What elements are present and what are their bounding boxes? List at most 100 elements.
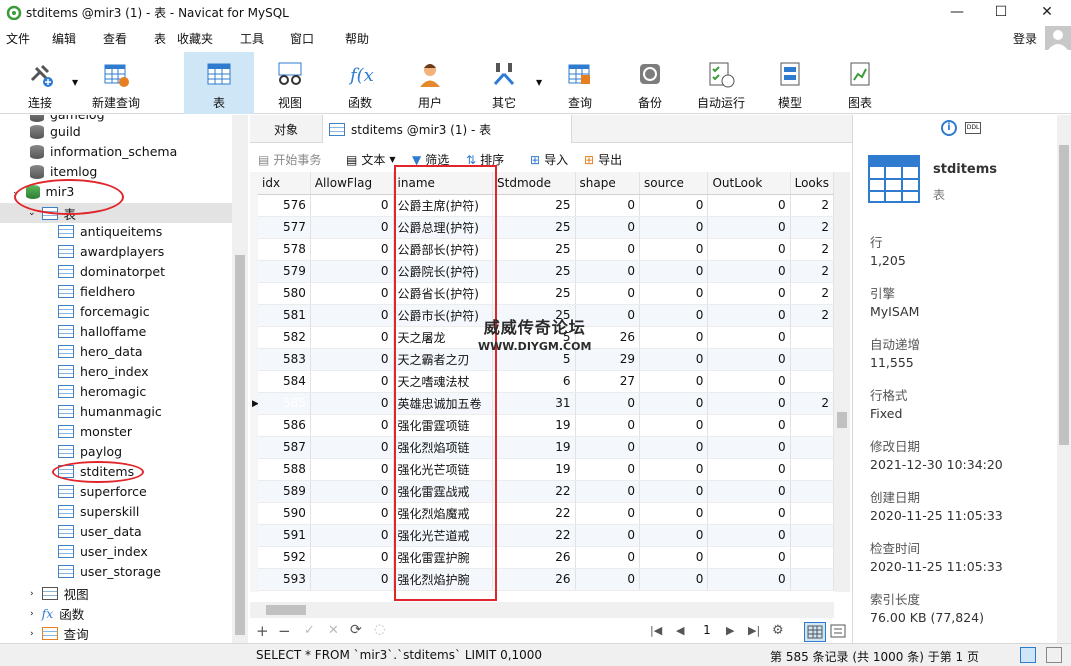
column-header-outlook[interactable]: OutLook [707, 172, 791, 195]
cell-idx[interactable]: 586 [258, 414, 311, 437]
cell-stdmode[interactable]: 6 [492, 370, 576, 393]
tree-table-humanmagic[interactable]: humanmagic [58, 404, 162, 419]
tree-table-heromagic[interactable]: heromagic [58, 384, 146, 399]
cell-shape[interactable]: 0 [575, 524, 640, 547]
cell-looks[interactable]: 2 [790, 194, 834, 217]
cell-stdmode[interactable]: 22 [492, 524, 576, 547]
tab-stditems[interactable]: stditems @mir3 (1) - 表 [322, 115, 572, 143]
tree-table-superskill[interactable]: superskill [58, 504, 139, 519]
tree-table-user-storage[interactable]: user_storage [58, 564, 161, 579]
delete-record-button[interactable]: − [278, 622, 291, 640]
grid-view-toggle[interactable] [804, 622, 826, 642]
table-row[interactable]: 588 0 强化光芒项链 19 0 0 0 [258, 458, 834, 481]
menu-tools[interactable]: 工具 [240, 30, 264, 47]
cell-source[interactable]: 0 [639, 282, 709, 305]
tree-views-node[interactable]: › 视图 [30, 584, 89, 603]
table-row[interactable]: 580 0 公爵省长(护符) 25 0 0 0 2 [258, 282, 834, 305]
tree-table-user-data[interactable]: user_data [58, 524, 142, 539]
cell-source[interactable]: 0 [639, 524, 709, 547]
cell-source[interactable]: 0 [639, 546, 709, 569]
cell-stdmode[interactable]: 25 [492, 282, 576, 305]
close-button[interactable]: ✕ [1024, 0, 1070, 24]
cell-looks[interactable] [790, 524, 834, 547]
cell-allowflag[interactable]: 0 [310, 414, 394, 437]
cell-idx[interactable]: 582 [258, 326, 311, 349]
cell-looks[interactable]: 2 [790, 282, 834, 305]
sidebar-scrollbar[interactable] [232, 115, 248, 643]
settings-gear-icon[interactable]: ⚙ [772, 623, 784, 638]
cell-idx[interactable]: 580 [258, 282, 311, 305]
chevron-right-icon[interactable]: › [30, 589, 34, 599]
import-button[interactable]: ⊞ 导入 [530, 151, 568, 168]
grid-scroll-thumb[interactable] [837, 412, 847, 428]
toolbar-chart-button[interactable]: 图表 [832, 52, 888, 114]
tree-table-antiqueitems[interactable]: antiqueitems [58, 224, 162, 239]
cell-shape[interactable]: 0 [575, 194, 640, 217]
chevron-right-icon[interactable]: › [30, 629, 34, 639]
tree-functions-node[interactable]: › fx 函数 [30, 604, 84, 623]
cell-looks[interactable] [790, 414, 834, 437]
other-dropdown-arrow-icon[interactable]: ▼ [536, 78, 542, 87]
tree-table-hero-data[interactable]: hero_data [58, 344, 143, 359]
maximize-button[interactable]: ☐ [978, 0, 1024, 24]
cell-allowflag[interactable]: 0 [310, 260, 394, 283]
cell-allowflag[interactable]: 0 [310, 502, 394, 525]
table-row[interactable]: 591 0 强化光芒道戒 22 0 0 0 [258, 524, 834, 547]
cell-looks[interactable] [790, 502, 834, 525]
tree-table-paylog[interactable]: paylog [58, 444, 122, 459]
cell-looks[interactable] [790, 436, 834, 459]
table-row[interactable]: 579 0 公爵院长(护符) 25 0 0 0 2 [258, 260, 834, 283]
cell-allowflag[interactable]: 0 [310, 238, 394, 261]
cell-allowflag[interactable]: 0 [310, 216, 394, 239]
table-row[interactable]: 586 0 强化雷霆项链 19 0 0 0 [258, 414, 834, 437]
cell-outlook[interactable]: 0 [707, 282, 791, 305]
tree-db-information-schema[interactable]: information_schema [30, 144, 177, 159]
tree-db-itemlog[interactable]: itemlog [30, 164, 97, 179]
table-row[interactable]: 578 0 公爵部长(护符) 25 0 0 0 2 [258, 238, 834, 261]
tree-table-dominatorpet[interactable]: dominatorpet [58, 264, 165, 279]
tree-table-awardplayers[interactable]: awardplayers [58, 244, 164, 259]
cell-outlook[interactable]: 0 [707, 502, 791, 525]
toolbar-schedule-button[interactable]: 自动运行 [692, 52, 750, 114]
cell-shape[interactable]: 0 [575, 458, 640, 481]
connect-dropdown-arrow-icon[interactable]: ▼ [72, 78, 78, 87]
cell-stdmode[interactable]: 31 [492, 392, 576, 415]
tree-db-guild[interactable]: guild [30, 124, 81, 139]
cell-source[interactable]: 0 [639, 502, 709, 525]
tree-table-fieldhero[interactable]: fieldhero [58, 284, 135, 299]
cell-stdmode[interactable]: 25 [492, 194, 576, 217]
export-button[interactable]: ⊞ 导出 [584, 151, 622, 168]
cell-source[interactable]: 0 [639, 238, 709, 261]
cell-source[interactable]: 0 [639, 392, 709, 415]
cell-stdmode[interactable]: 25 [492, 216, 576, 239]
toolbar-connect-button[interactable]: 连接 [12, 52, 68, 114]
ddl-icon[interactable]: DDL [965, 122, 981, 134]
cell-outlook[interactable]: 0 [707, 414, 791, 437]
menu-window[interactable]: 窗口 [290, 30, 314, 47]
tree-table-monster[interactable]: monster [58, 424, 132, 439]
panel-scrollbar[interactable] [1057, 115, 1071, 643]
toolbar-view-button[interactable]: 视图 [262, 52, 318, 114]
toolbar-table-button[interactable]: 表 [184, 52, 254, 114]
apply-changes-button[interactable]: ✓ [304, 623, 315, 638]
cell-idx[interactable]: 590 [258, 502, 311, 525]
begin-transaction-button[interactable]: ▤ 开始事务 [258, 151, 321, 168]
table-row[interactable]: 584 0 天之嗜魂法杖 6 27 0 0 [258, 370, 834, 393]
cell-idx[interactable]: 584 [258, 370, 311, 393]
cell-idx[interactable]: 578 [258, 238, 311, 261]
panel-scroll-thumb[interactable] [1059, 145, 1069, 445]
table-row[interactable]: 587 0 强化烈焰项链 19 0 0 0 [258, 436, 834, 459]
cell-stdmode[interactable]: 22 [492, 502, 576, 525]
cell-shape[interactable]: 27 [575, 370, 640, 393]
cell-idx[interactable]: 585 [258, 392, 311, 415]
table-row[interactable]: 592 0 强化雷霆护腕 26 0 0 0 [258, 546, 834, 569]
stop-button[interactable]: ◌ [374, 622, 385, 637]
table-row[interactable]: 590 0 强化烈焰魔戒 22 0 0 0 [258, 502, 834, 525]
first-page-icon[interactable]: |◀ [650, 624, 662, 637]
cell-outlook[interactable]: 0 [707, 238, 791, 261]
add-record-button[interactable]: + [256, 622, 269, 640]
cell-allowflag[interactable]: 0 [310, 524, 394, 547]
cell-looks[interactable]: 2 [790, 304, 834, 327]
discard-changes-button[interactable]: ✕ [328, 623, 339, 638]
last-page-icon[interactable]: ▶| [748, 624, 760, 637]
